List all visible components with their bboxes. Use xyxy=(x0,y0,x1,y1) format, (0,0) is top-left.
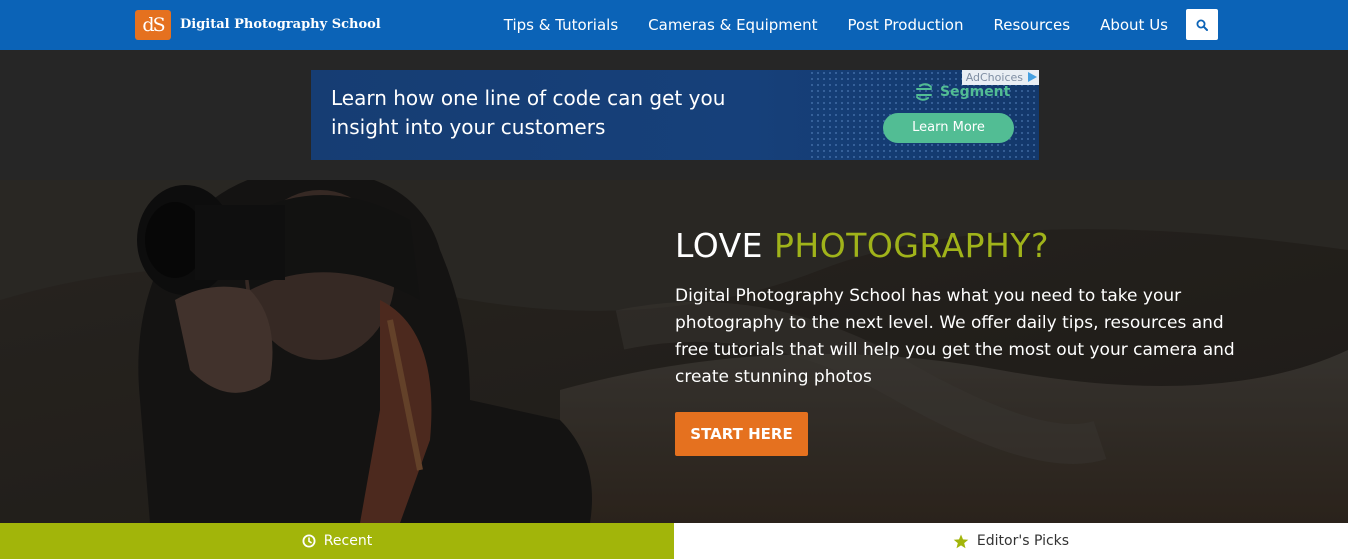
segment-brand-name: Segment xyxy=(940,84,1011,100)
ad-band: Learn how one line of code can get you i… xyxy=(0,50,1348,180)
top-navbar: dS Digital Photography School Tips & Tut… xyxy=(0,0,1348,50)
start-here-button[interactable]: START HERE xyxy=(675,412,808,456)
star-icon xyxy=(953,534,969,548)
segment-banner-ad[interactable]: Learn how one line of code can get you i… xyxy=(311,70,1039,160)
hero-title-accent: PHOTOGRAPHY? xyxy=(774,226,1049,265)
hero-title: LOVE PHOTOGRAPHY? xyxy=(675,226,1235,265)
tab-editors-picks[interactable]: Editor's Picks xyxy=(674,523,1348,559)
tab-editors-picks-label: Editor's Picks xyxy=(976,533,1070,549)
adchoices-label: AdChoices xyxy=(965,71,1023,84)
ad-headline: Learn how one line of code can get you i… xyxy=(331,86,726,139)
adchoices-icon xyxy=(1028,72,1037,82)
nav-about-us[interactable]: About Us xyxy=(1100,16,1168,34)
adchoices-badge[interactable]: AdChoices xyxy=(961,70,1039,85)
site-name: Digital Photography School xyxy=(180,17,381,32)
hero-description: Digital Photography School has what you … xyxy=(675,286,1235,387)
search-icon xyxy=(1196,19,1208,31)
search-button[interactable] xyxy=(1186,9,1218,40)
hero-section: LOVE PHOTOGRAPHY? Digital Photography Sc… xyxy=(0,180,1348,523)
tab-recent-label: Recent xyxy=(323,533,373,549)
segment-logo-icon xyxy=(916,83,932,101)
nav-cameras-equipment[interactable]: Cameras & Equipment xyxy=(648,16,817,34)
nav-resources[interactable]: Resources xyxy=(993,16,1070,34)
main-nav: Tips & Tutorials Cameras & Equipment Pos… xyxy=(504,0,1168,50)
nav-tips-tutorials[interactable]: Tips & Tutorials xyxy=(504,16,618,34)
content-tabs: Recent Editor's Picks xyxy=(0,523,1348,559)
tab-recent[interactable]: Recent xyxy=(0,523,674,559)
ad-learn-more-button[interactable]: Learn More xyxy=(883,113,1014,143)
hero-copy: LOVE PHOTOGRAPHY? Digital Photography Sc… xyxy=(675,226,1235,456)
segment-brand: Segment xyxy=(914,83,1010,101)
clock-icon xyxy=(302,534,316,548)
logo-mark-icon: dS xyxy=(135,9,171,40)
site-logo[interactable]: dS Digital Photography School xyxy=(135,9,381,40)
hero-title-plain: LOVE xyxy=(675,226,764,265)
nav-post-production[interactable]: Post Production xyxy=(848,16,964,34)
